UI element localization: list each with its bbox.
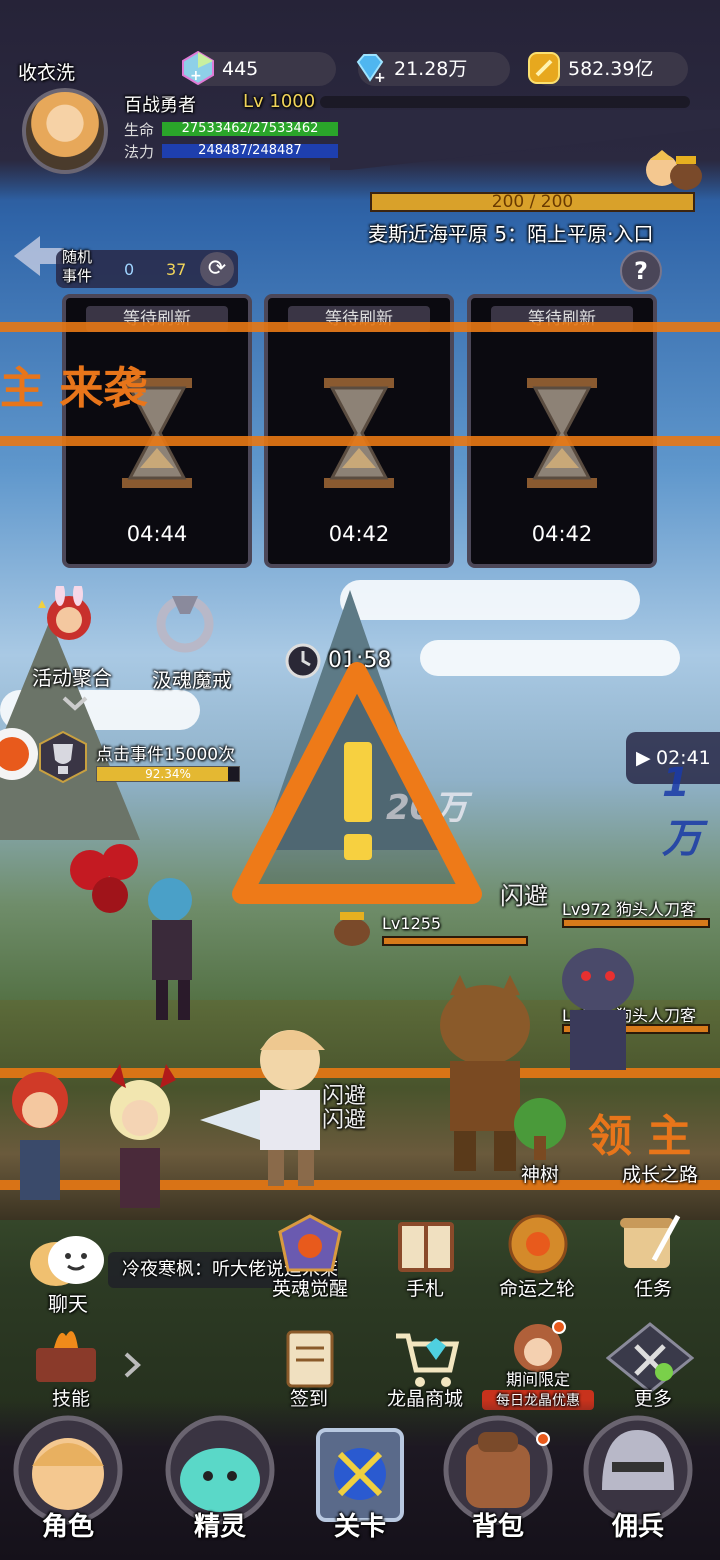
diamond-value: 21.28万 <box>394 58 468 80</box>
event-task-progress-bar: 92.34% <box>96 766 240 782</box>
crystal-counter[interactable]: + 445 <box>182 50 336 86</box>
limited-offer-line1: 期间限定 <box>505 1370 570 1389</box>
hero-awaken-label: 英魂觉醒 <box>271 1278 348 1300</box>
hourglass-icon <box>527 378 597 488</box>
growth-path-label: 成长之路 <box>621 1164 698 1186</box>
boss-portrait-icon[interactable] <box>640 146 706 196</box>
stage-location: 麦斯近海平原 5：陌上平原·入口 <box>368 222 654 246</box>
activity-label: 活动聚合 <box>32 666 112 690</box>
notification-dot <box>552 1320 566 1334</box>
player-level: Lv 1000 <box>243 91 316 112</box>
task-label: 任务 <box>633 1278 672 1300</box>
hero-awaken-icon[interactable] <box>274 1214 346 1280</box>
nav-role-label: 角色 <box>41 1512 94 1542</box>
stage-progress-bar: 200 / 200 <box>370 192 695 212</box>
game-scene: 收衣洗 + 445 + 21.28万 582.39亿 百战勇者 Lv 1000 … <box>0 0 720 1560</box>
gold-coin-icon <box>528 52 560 84</box>
boss-face-icon <box>334 912 370 946</box>
manual-label: 手札 <box>405 1278 444 1300</box>
nav-spirit-label: 精灵 <box>193 1512 246 1542</box>
boss-hp-bar <box>382 936 528 946</box>
player-name: 收衣洗 <box>18 62 76 84</box>
chat-label: 聊天 <box>48 1292 88 1316</box>
help-button[interactable]: ? <box>620 250 662 292</box>
hp-value: 27533462/27533462 <box>181 121 319 136</box>
enemy-1-hp-bar <box>562 918 710 928</box>
trophy-icon[interactable] <box>36 730 90 784</box>
svg-text:+: + <box>374 70 386 86</box>
diamond-counter[interactable]: + 21.28万 <box>356 52 510 86</box>
mp-bar: 248487/248487 <box>162 144 338 158</box>
skill-book-icon[interactable] <box>30 1322 102 1388</box>
svg-text:+: + <box>190 68 202 84</box>
random-event-count-a: 0 <box>124 260 135 279</box>
mp-label: 法力 <box>124 143 155 161</box>
ninja-hero-sprite <box>70 844 192 1020</box>
notification-dot <box>536 1432 550 1446</box>
fate-wheel-label: 命运之轮 <box>498 1278 575 1300</box>
player-title: 百战勇者 <box>124 95 196 116</box>
stage-progress-value: 200 / 200 <box>491 192 574 212</box>
event-card-2[interactable]: 等待刷新 04:42 <box>264 294 454 568</box>
chat-bubble-icon[interactable] <box>26 1234 110 1294</box>
task-scroll-icon[interactable] <box>614 1210 686 1276</box>
random-event-label-line2: 事件 <box>62 267 93 285</box>
divine-tree-icon[interactable] <box>500 1096 580 1162</box>
activity-icon[interactable] <box>34 586 104 656</box>
signin-icon[interactable] <box>274 1326 346 1392</box>
event-card-1[interactable]: 等待刷新 04:44 <box>62 294 252 568</box>
mp-value: 248487/248487 <box>198 143 302 158</box>
shop-cart-icon[interactable] <box>390 1326 462 1392</box>
event-card-timer: 04:42 <box>328 522 390 546</box>
event-card-3[interactable]: 等待刷新 04:42 <box>467 294 657 568</box>
nav-bag-label: 背包 <box>471 1512 524 1542</box>
ring-icon[interactable] <box>150 588 220 658</box>
nav-mercenary-label: 佣兵 <box>611 1512 664 1542</box>
warning-icon <box>232 662 482 904</box>
exp-bar <box>320 96 690 108</box>
event-card-timer: 04:44 <box>126 522 188 546</box>
lord-text: 领 主 <box>588 1111 692 1162</box>
fate-wheel-icon[interactable] <box>502 1210 574 1276</box>
enemy-1-label: Lv972 狗头人刀客 <box>562 900 697 919</box>
chevron-right-icon[interactable] <box>122 1350 142 1380</box>
divine-tree-label: 神树 <box>520 1164 559 1186</box>
random-event-label-line1: 随机 <box>62 248 93 266</box>
boss-level: Lv1255 <box>382 914 442 933</box>
gold-counter[interactable]: 582.39亿 <box>528 52 688 86</box>
chevron-down-icon[interactable] <box>60 694 90 714</box>
boss-warning-stripe <box>0 322 720 332</box>
manual-book-icon[interactable] <box>390 1214 462 1280</box>
hourglass-icon <box>324 378 394 488</box>
hp-label: 生命 <box>124 121 155 139</box>
crystal-icon: + <box>182 50 214 86</box>
diamond-icon: + <box>356 54 386 86</box>
ally-heroes-sprite <box>12 1064 176 1208</box>
event-task-text: 点击事件15000次 <box>96 745 236 765</box>
crystal-value: 445 <box>222 58 259 80</box>
dodge-text: 闪避 <box>500 882 548 910</box>
event-card-timer: 04:42 <box>531 522 593 546</box>
damage-number: 1万 <box>662 760 702 862</box>
dodge-text: 闪避 <box>322 1108 367 1133</box>
nav-stage-label: 关卡 <box>333 1512 386 1542</box>
gold-value: 582.39亿 <box>568 58 654 80</box>
boss-incoming-text: 主 来袭 <box>0 363 148 414</box>
random-event-count-b: 37 <box>166 260 187 279</box>
player-avatar[interactable] <box>22 88 108 174</box>
kobold-enemy-sprite <box>562 948 634 1070</box>
notification-badge-icon[interactable] <box>0 724 40 784</box>
refresh-icon[interactable]: ⟳ <box>200 252 234 286</box>
event-task-progress: 92.34% <box>145 767 191 781</box>
boss-warning-stripe <box>0 436 720 446</box>
random-event-label: 随机 事件 <box>62 248 92 286</box>
hp-bar: 27533462/27533462 <box>162 122 338 136</box>
